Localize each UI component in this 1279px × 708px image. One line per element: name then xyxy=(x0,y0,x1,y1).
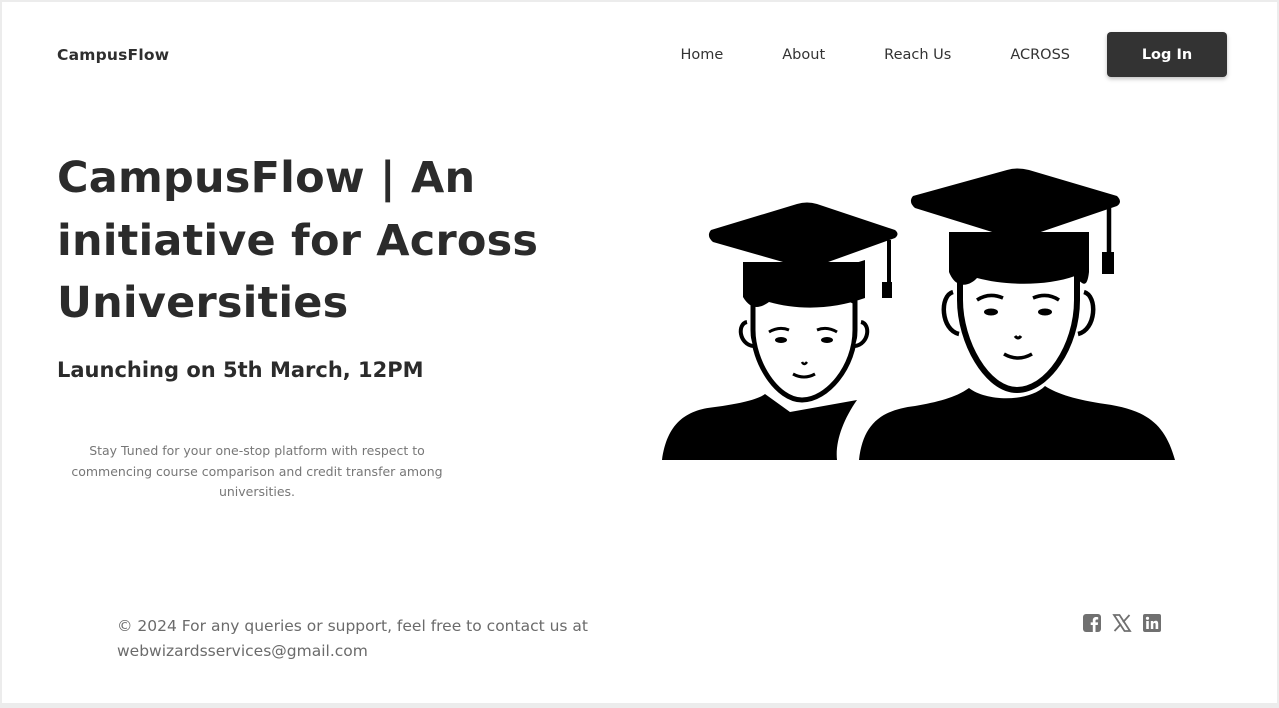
nav-home-link[interactable]: Home xyxy=(680,45,723,65)
nav-about-link[interactable]: About xyxy=(782,45,825,65)
page: CampusFlow Home About Reach Us ACROSS Lo… xyxy=(2,2,1277,703)
graduate-left-figure xyxy=(662,202,898,460)
main-nav: Home About Reach Us ACROSS Log In xyxy=(680,32,1227,77)
graduate-right-figure xyxy=(859,168,1175,460)
graduates-illustration xyxy=(662,168,1175,460)
facebook-icon[interactable] xyxy=(1082,613,1102,633)
nav-across-link[interactable]: ACROSS xyxy=(1010,45,1070,65)
x-icon[interactable] xyxy=(1112,613,1132,633)
brand-logo[interactable]: CampusFlow xyxy=(57,46,169,64)
hero-description: Stay Tuned for your one-stop platform wi… xyxy=(71,443,443,499)
social-links xyxy=(1082,613,1172,633)
nav-reach-us-link[interactable]: Reach Us xyxy=(884,45,951,65)
login-button[interactable]: Log In xyxy=(1107,32,1227,77)
linkedin-icon[interactable] xyxy=(1142,613,1162,633)
launch-date: Launching on 5th March, 12PM xyxy=(57,358,424,382)
hero-title: CampusFlow | An initiative for Across Un… xyxy=(57,153,539,328)
footer-contact-text: © 2024 For any queries or support, feel … xyxy=(117,617,589,660)
